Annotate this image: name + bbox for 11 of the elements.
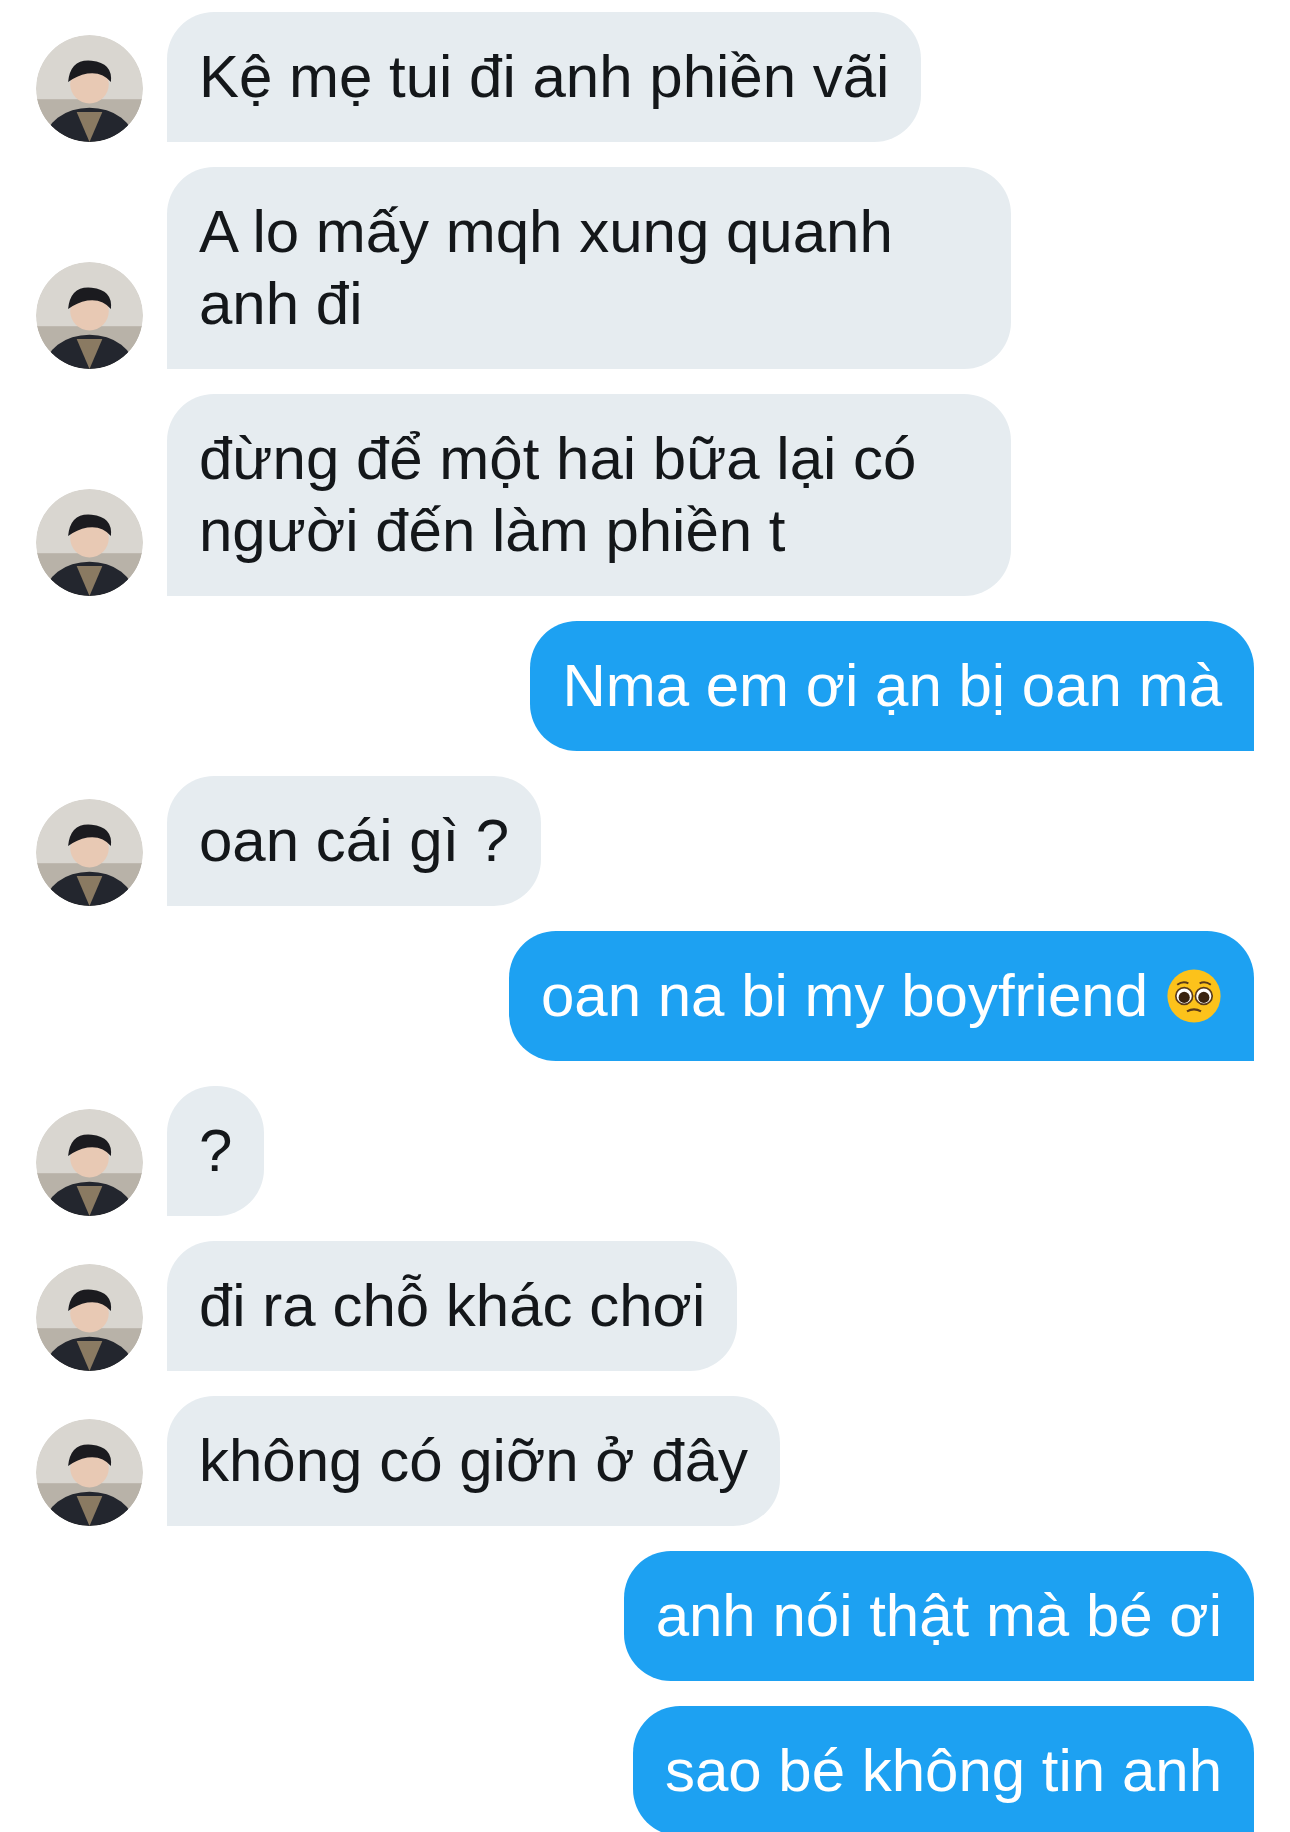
message-text: A lo mấy mqh xung quanh anh đi — [199, 197, 894, 339]
message-text: anh nói thật mà bé ơi — [655, 1581, 1222, 1651]
message-text: oan cái gì ? — [199, 806, 510, 876]
message-text: đừng để một hai bữa lại có người đến làm phiền t — [199, 424, 918, 566]
message-text: sao bé không tin anh — [664, 1736, 1222, 1806]
message-text: không có giỡn ở đây — [199, 1426, 749, 1496]
message-text: oan na bi my boyfriend — [540, 961, 1148, 1031]
message-text: đi ra chỗ khác chơi — [199, 1271, 706, 1341]
message-text: Nma em ơi ạn bị oan mà — [562, 651, 1222, 721]
message-text: Kệ mẹ tui đi anh phiền vãi — [199, 42, 890, 112]
message-text: ? — [199, 1116, 233, 1186]
